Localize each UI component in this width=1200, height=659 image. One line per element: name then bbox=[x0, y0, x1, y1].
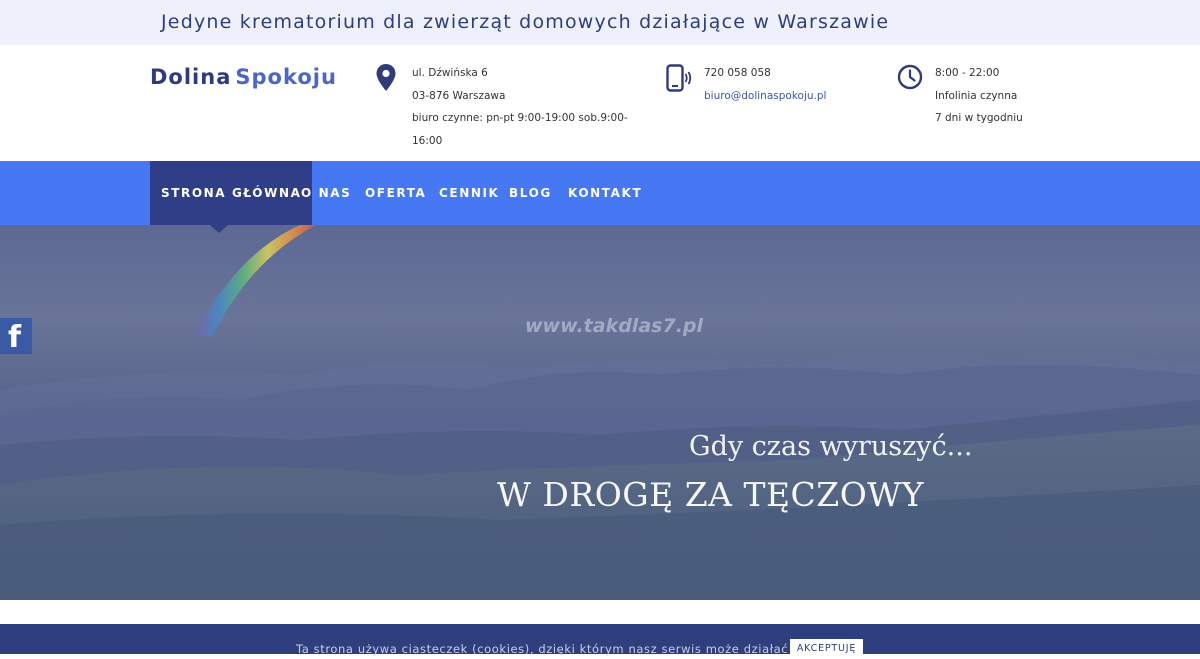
phone-icon bbox=[666, 64, 692, 92]
address-street: ul. Dźwińska 6 bbox=[412, 67, 488, 79]
nav-item-home[interactable]: STRONA GŁÓWNA bbox=[150, 161, 313, 225]
office-hours: biuro czynne: pn-pt 9:00-19:00 sob.9:00- bbox=[412, 112, 628, 124]
top-tagline-bar: Jedyne krematorium dla zwierząt domowych… bbox=[0, 0, 1200, 45]
days-label: 7 dni w tygodniu bbox=[935, 112, 1023, 124]
facebook-icon: f bbox=[8, 320, 22, 355]
nav-item-offer[interactable]: OFERTA bbox=[365, 161, 426, 225]
address-city: 03-876 Warszawa bbox=[412, 89, 506, 102]
clock-icon bbox=[897, 64, 923, 90]
hours-range: 8:00 - 22:00 bbox=[935, 67, 1000, 79]
address-lines: ul. Dźwińska 6 03-876 Warszawa biuro czy… bbox=[412, 62, 628, 152]
active-nav-arrow bbox=[210, 225, 228, 233]
email-link[interactable]: biuro@dolinaspokoju.pl bbox=[704, 85, 826, 108]
office-hours-cont: 16:00 bbox=[412, 134, 443, 147]
hero-title: W DROGĘ ZA TĘCZOWY bbox=[497, 475, 924, 514]
hero-banner: www.takdlas7.pl Gdy czas wyruszyć... W D… bbox=[0, 225, 1200, 600]
nav-item-about[interactable]: O NAS bbox=[301, 161, 351, 225]
tagline: Jedyne krematorium dla zwierząt domowych… bbox=[161, 11, 890, 33]
hotline-label: Infolinia czynna bbox=[935, 89, 1018, 102]
hero-subtitle: Gdy czas wyruszyć... bbox=[689, 431, 973, 462]
contact-lines: 720 058 058 biuro@dolinaspokoju.pl bbox=[704, 62, 826, 107]
site-header: Dolina Spokoju ul. Dźwińska 6 03-876 Wars… bbox=[0, 45, 1200, 161]
phone-number[interactable]: 720 058 058 bbox=[704, 62, 826, 85]
map-pin-icon bbox=[376, 64, 396, 91]
hero-landscape bbox=[0, 225, 1200, 600]
hours-lines: 8:00 - 22:00 Infolinia czynna 7 dni w ty… bbox=[935, 62, 1023, 130]
nav-item-pricing[interactable]: CENNIK bbox=[439, 161, 499, 225]
watermark: www.takdlas7.pl bbox=[525, 315, 703, 337]
nav-item-blog[interactable]: BLOG bbox=[509, 161, 552, 225]
content-spacer bbox=[0, 600, 1200, 624]
cookie-accept-button[interactable]: AKCEPTUJĘ bbox=[790, 639, 863, 659]
logo-part-dolina: Dolina bbox=[150, 65, 232, 89]
facebook-button[interactable]: f bbox=[0, 318, 32, 355]
nav-item-contact[interactable]: KONTAKT bbox=[568, 161, 642, 225]
cookie-banner: Ta strona używa ciasteczek (cookies), dz… bbox=[0, 624, 1200, 659]
main-navigation: STRONA GŁÓWNA O NAS OFERTA CENNIK BLOG K… bbox=[0, 161, 1200, 225]
site-logo[interactable]: Dolina Spokoju bbox=[150, 65, 337, 89]
logo-part-spokoju: Spokoju bbox=[235, 65, 337, 89]
